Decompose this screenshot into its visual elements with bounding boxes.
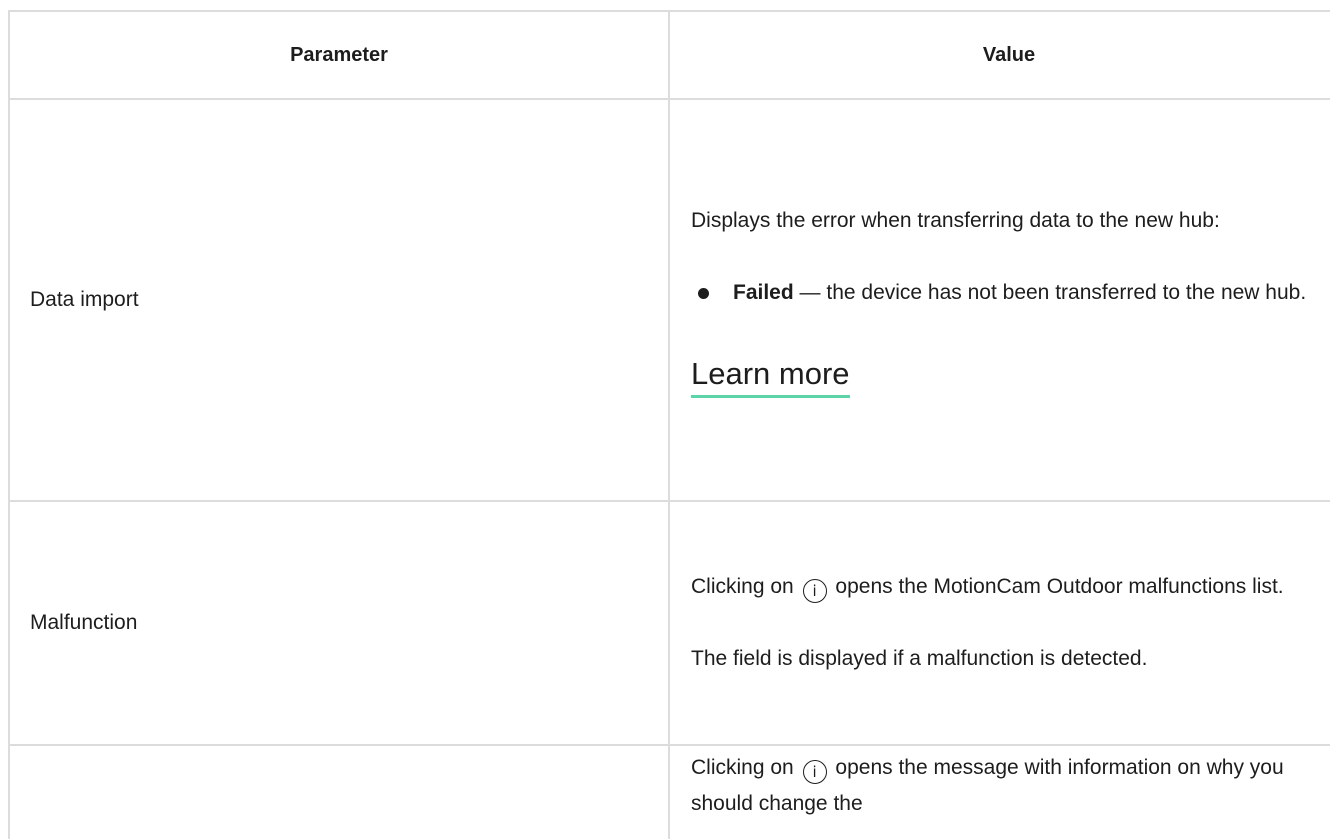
value-text-before-icon: Clicking on: [691, 575, 794, 598]
bullet-list: Failed — the device has not been transfe…: [691, 275, 1328, 311]
value-text-after-icon: opens the MotionCam Outdoor malfunctions…: [835, 575, 1284, 598]
value-text: Clicking on i opens the message with inf…: [691, 746, 1328, 822]
parameters-table: Parameter Value Data import Displays the…: [8, 10, 1330, 839]
info-circle-icon: i: [802, 760, 827, 784]
table-row: Clicking on i opens the message with inf…: [8, 744, 1330, 839]
table-row: Malfunction Clicking on i opens the Moti…: [8, 500, 1330, 746]
value-note: The field is displayed if a malfunction …: [691, 647, 1148, 670]
bullet-description: — the device has not been transferred to…: [793, 280, 1307, 304]
table-header-row: Parameter Value: [8, 10, 1330, 100]
value-cell: Displays the error when transferring dat…: [668, 98, 1330, 502]
header-parameter: Parameter: [8, 10, 670, 100]
value-text-before-icon: Clicking on: [691, 756, 794, 779]
bullet-bold-term: Failed: [733, 280, 794, 304]
parameter-cell: Malfunction: [8, 500, 670, 746]
value-cell: Clicking on i opens the MotionCam Outdoo…: [668, 500, 1330, 746]
list-item: Failed — the device has not been transfe…: [698, 275, 1328, 311]
parameter-cell: [8, 744, 670, 839]
value-cell: Clicking on i opens the message with inf…: [668, 744, 1330, 839]
parameter-cell: Data import: [8, 98, 670, 502]
value-text: Displays the error when transferring dat…: [691, 208, 1220, 232]
info-circle-icon: i: [802, 579, 827, 603]
table-row: Data import Displays the error when tran…: [8, 98, 1330, 502]
value-text: Clicking on i opens the MotionCam Outdoo…: [691, 569, 1328, 605]
page: Parameter Value Data import Displays the…: [0, 0, 1330, 839]
header-value: Value: [668, 10, 1330, 100]
learn-more-link[interactable]: Learn more: [691, 355, 850, 398]
